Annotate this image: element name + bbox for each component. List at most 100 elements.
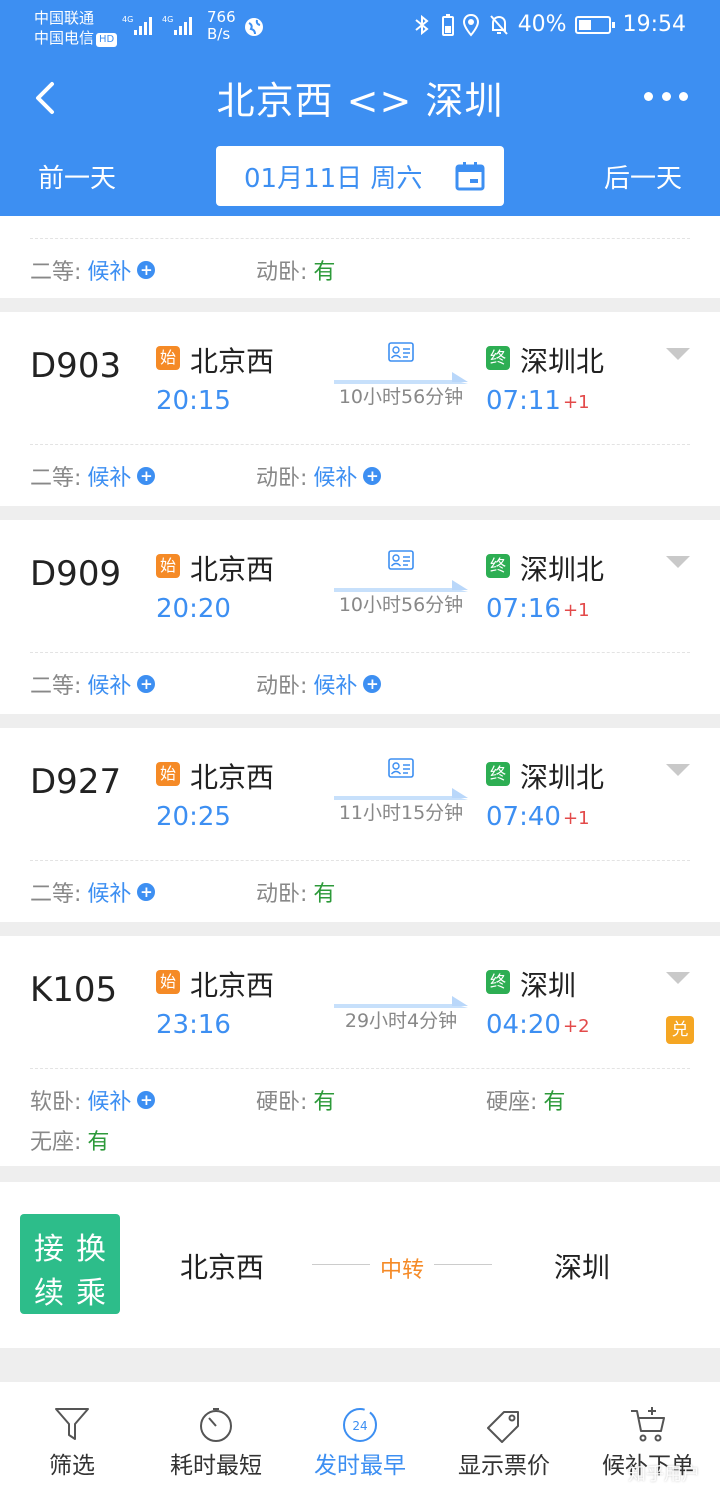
seat-label: 硬卧: <box>256 1090 308 1115</box>
seat-status: 候补 <box>313 466 358 491</box>
chevron-down-icon[interactable] <box>666 556 690 570</box>
divider <box>30 238 690 239</box>
arrival-time: 04:20 <box>486 1010 561 1040</box>
carrier-2: 中国电信 <box>34 29 95 47</box>
more-icon[interactable] <box>644 84 688 108</box>
chevron-down-icon[interactable] <box>666 764 690 778</box>
seat-type: 硬卧: 有 <box>256 1084 335 1116</box>
transfer-from: 北京西 <box>180 1251 265 1284</box>
header: 中国联通 中国电信 HD 4G 4G 766 B/s 40% 19:54 北京西… <box>0 0 720 216</box>
seat-label: 无座: <box>30 1130 82 1155</box>
end-station-tag: 终 <box>486 970 510 994</box>
waitlist-button[interactable]: 候补 + <box>87 254 156 286</box>
transfer-card[interactable]: 接 换 续 乘 北京西 中转 深圳 <box>0 1182 720 1348</box>
train-card[interactable]: K105 始北京西 23:16 29小时4分钟 终深圳 04:20 +2 兑软卧: 候补 + 硬卧:… <box>0 936 720 1166</box>
prev-day-button[interactable]: 前一天 <box>38 158 116 195</box>
mute-bell-icon <box>489 14 508 35</box>
trip-duration: 10小时56分钟 <box>338 594 464 616</box>
end-station-tag: 终 <box>486 346 510 370</box>
train-number: D927 <box>30 762 122 802</box>
net-speed-value: 766 <box>207 8 236 26</box>
seat-status: 候补 <box>87 882 132 907</box>
departure-time: 23:16 <box>156 1010 231 1040</box>
svg-text:4G: 4G <box>122 15 133 24</box>
waitlist-button[interactable]: 候补 + <box>313 668 382 700</box>
signal-4g-icon-2: 4G <box>162 15 192 35</box>
seat-type: 二等: 候补 + <box>30 460 156 492</box>
plus-icon: + <box>137 675 156 693</box>
start-station-tag: 始 <box>156 762 180 786</box>
seat-sleeper: 动卧: 有 <box>256 260 336 285</box>
departure-time: 20:25 <box>156 802 231 832</box>
divider <box>30 1068 690 1069</box>
chevron-down-icon[interactable] <box>666 348 690 362</box>
tab-shortest[interactable]: 耗时最短 <box>144 1382 288 1493</box>
date-picker[interactable]: 01月11日 周六 <box>216 146 504 206</box>
arrival-time: 07:40 <box>486 802 561 832</box>
globe-icon <box>245 18 263 36</box>
seat-status: 有 <box>543 1090 566 1115</box>
plus-icon: + <box>137 467 156 485</box>
cart-plus-icon <box>631 1407 665 1442</box>
seat-type: 二等: 候补 + <box>30 876 156 908</box>
train-card-partial[interactable]: 二等: 候补 + 动卧: 有 <box>0 216 720 298</box>
transfer-badge[interactable]: 接 换 续 乘 <box>20 1214 120 1314</box>
seat-label: 二等: <box>30 882 82 907</box>
next-day-button[interactable]: 后一天 <box>604 158 682 195</box>
divider <box>30 652 690 653</box>
departure-station: 北京西 <box>190 345 275 378</box>
tab-earliest[interactable]: 24 发时最早 <box>288 1382 432 1493</box>
day-offset: +2 <box>563 1016 590 1037</box>
departure-station: 北京西 <box>190 553 275 586</box>
price-tag-icon <box>487 1411 519 1443</box>
page-title: 北京西 <> 深圳 <box>216 79 504 123</box>
train-card[interactable]: D909 始北京西 20:20 10小时56分钟终深圳北 07:16 +1 二等: 候补 + 动卧… <box>0 520 720 714</box>
hd-badge: HD <box>96 33 118 47</box>
seat-status: 候补 <box>87 1090 132 1115</box>
carrier-1: 中国联通 <box>34 9 95 27</box>
transfer-middle: 中转 <box>379 1258 424 1283</box>
waitlist-button[interactable]: 候补 + <box>87 1084 156 1116</box>
stopwatch-icon <box>200 1408 232 1442</box>
day-offset: +1 <box>563 600 590 621</box>
id-card-icon <box>388 342 414 362</box>
departure-station: 北京西 <box>190 969 275 1002</box>
net-speed: 766 B/s <box>207 9 236 43</box>
train-number: D909 <box>30 554 122 594</box>
seat-status: 有 <box>87 1130 110 1155</box>
start-station-tag: 始 <box>156 970 180 994</box>
waitlist-button[interactable]: 候补 + <box>87 876 156 908</box>
seat-status: 候补 <box>313 674 358 699</box>
plus-icon: + <box>137 1091 156 1109</box>
departure-station: 北京西 <box>190 761 275 794</box>
bottom-toolbar: 筛选 耗时最短 24 发时最早 显示票价 候补下单 <box>0 1382 720 1493</box>
departure-time: 20:20 <box>156 594 231 624</box>
tab-show-price[interactable]: 显示票价 <box>432 1382 576 1493</box>
seat-status: 候补 <box>87 466 132 491</box>
bluetooth-icon <box>415 14 429 35</box>
arrival-time: 07:16 <box>486 594 561 624</box>
signal-4g-icon: 4G <box>122 15 152 35</box>
battery-percent: 40% <box>517 12 567 37</box>
waitlist-button[interactable]: 候补 + <box>87 460 156 492</box>
seat-label: 软卧: <box>30 1090 82 1115</box>
trip-duration: 11小时15分钟 <box>338 802 464 824</box>
chevron-down-icon[interactable] <box>666 972 690 986</box>
train-card[interactable]: D903 始北京西 20:15 10小时56分钟终深圳北 07:11 +1 二等: 候补 + 动卧… <box>0 312 720 506</box>
battery-small-icon <box>441 13 454 36</box>
train-card[interactable]: D927 始北京西 20:25 11小时15分钟终深圳北 07:40 +1 二等: 候补 + 动卧… <box>0 728 720 922</box>
status-bar: 中国联通 中国电信 HD 4G 4G 766 B/s 40% 19:54 <box>0 0 720 56</box>
tab-filter[interactable]: 筛选 <box>0 1382 144 1493</box>
filter-icon <box>55 1408 89 1440</box>
start-station-tag: 始 <box>156 554 180 578</box>
seat-type: 动卧: 有 <box>256 876 335 908</box>
waitlist-button[interactable]: 候补 + <box>87 668 156 700</box>
trip-duration: 29小时4分钟 <box>344 1010 458 1032</box>
divider <box>30 444 690 445</box>
transfer-line-right <box>434 1264 492 1265</box>
waitlist-button[interactable]: 候补 + <box>313 460 382 492</box>
exchange-badge[interactable]: 兑 <box>666 1016 694 1044</box>
plus-icon: + <box>137 883 156 901</box>
arrival-station: 深圳北 <box>520 345 605 378</box>
seat-type: 动卧: 候补 + <box>256 460 382 492</box>
